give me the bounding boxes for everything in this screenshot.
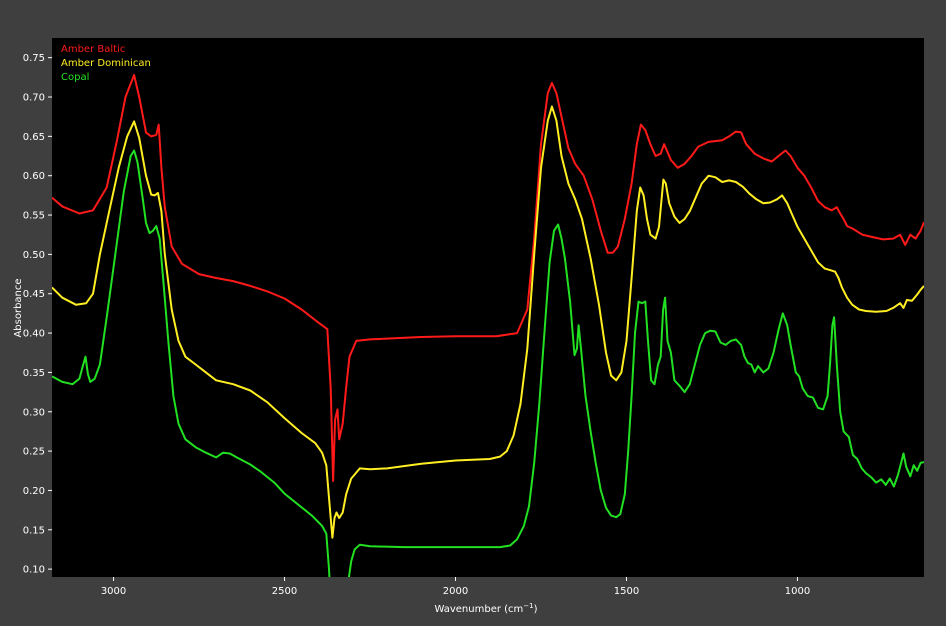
y-tick-label: 0.75 [23,53,45,64]
y-tick-label: 0.65 [23,132,45,143]
y-tick-label: 0.55 [23,211,45,222]
y-tick-label: 0.30 [23,407,45,418]
x-axis-title-text: Wavenumber (cm [434,604,523,615]
x-axis-ticks: 3000 2500 2000 1500 1000 [101,577,810,597]
x-tick-label: 1000 [785,586,810,597]
y-axis-title: Absorbance [13,278,24,337]
y-tick-label: 0.50 [23,250,45,261]
y-tick-label: 0.35 [23,368,45,379]
x-axis-title: Wavenumber (cm−1) [434,602,537,615]
y-tick-label: 0.15 [23,525,45,536]
x-axis-title-sup: −1 [523,602,533,610]
legend-item-copal: Copal [61,72,89,83]
y-axis-ticks: 0.10 0.15 0.20 0.25 0.30 0.35 0.40 0.45 0.50 0.55… [23,53,52,576]
x-tick-label: 3000 [101,586,126,597]
legend-item-amber-dominican: Amber Dominican [61,58,151,69]
plot-background [52,38,924,577]
y-tick-label: 0.20 [23,486,45,497]
spectrum-chart: 3000 2500 2000 1500 1000 0.10 0.15 0.20 0.25 0.3… [13,38,924,615]
y-tick-label: 0.45 [23,289,45,300]
x-tick-label: 1500 [614,586,639,597]
x-tick-label: 2000 [443,586,468,597]
x-axis-title-close: ) [534,604,538,615]
y-tick-label: 0.70 [23,93,45,104]
y-tick-label: 0.40 [23,329,45,340]
x-tick-label: 2500 [272,586,297,597]
y-tick-label: 0.60 [23,171,45,182]
y-tick-label: 0.25 [23,447,45,458]
legend-item-amber-baltic: Amber Baltic [61,44,125,55]
y-tick-label: 0.10 [23,565,45,576]
